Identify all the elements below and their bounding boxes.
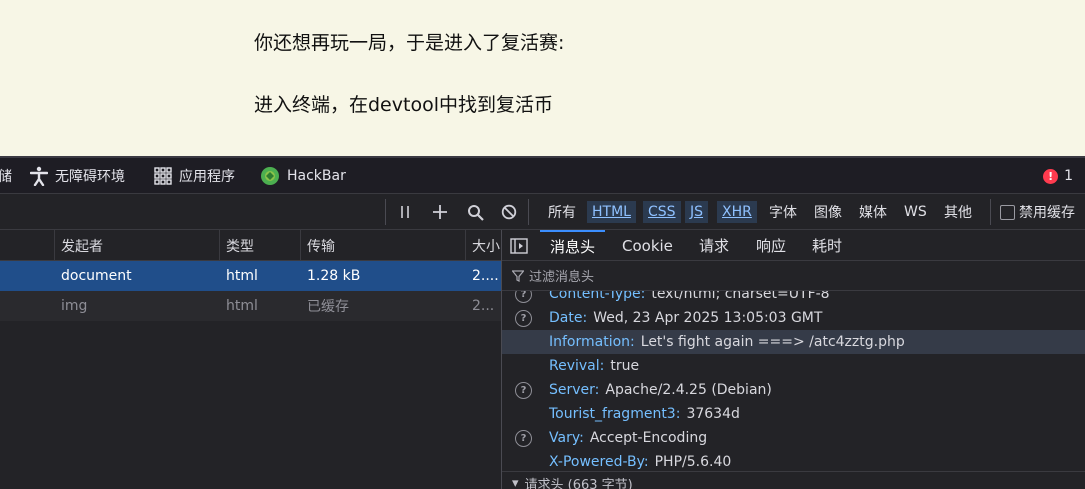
tab-storage-label: 储 [0,169,12,185]
request-headers-section[interactable]: ▾ 请求头 (663 字节) [502,471,1085,489]
header-row[interactable]: X-Powered-By: PHP/5.6.40 [502,450,1085,471]
filter-ws[interactable]: WS [899,201,932,223]
toggle-sidebar-icon[interactable] [510,230,528,261]
tab-storage[interactable]: 储 [0,158,12,194]
request-table: 发起者 类型 传输 大小 document html 1.28 kB 2....… [0,230,501,489]
header-row[interactable]: Information: Let's fight again ===> /atc4… [502,330,1085,354]
checkbox-box[interactable] [1000,204,1015,220]
cell-size: 2... [472,298,495,314]
header-key: X-Powered-By: [549,454,649,470]
cell-size: 2.... [472,268,499,284]
tab-response[interactable]: 响应 [756,230,786,261]
header-key: Tourist_fragment3: [549,406,681,422]
header-key: Information: [549,334,635,350]
error-counter[interactable]: ! 1 [1043,158,1073,194]
help-icon[interactable]: ? [515,309,532,327]
header-row[interactable]: ? Date: Wed, 23 Apr 2025 13:05:03 GMT [502,306,1085,330]
toolbar-divider [385,199,386,225]
request-details-panel: 消息头 Cookie 请求 响应 耗时 过滤消息头 ? Content-Type… [502,230,1085,489]
devtools-tab-bar: 储 无障碍环境 应用程序 HackBar ! 1 [0,156,1085,194]
tab-hackbar-label: HackBar [287,168,346,184]
page-text-line1: 你还想再玩一局，于是进入了复活赛: [254,32,565,54]
tab-applications-label: 应用程序 [179,169,235,185]
header-row[interactable]: ? Content-Type: text/html; charset=UTF-8 [502,291,1085,306]
header-key: Server: [549,382,600,398]
pause-icon[interactable] [394,201,416,223]
filter-icon [512,269,524,282]
block-icon[interactable] [498,201,520,223]
column-transfer[interactable]: 传输 [307,230,335,261]
search-icon[interactable] [464,201,486,223]
devtools-panel: 储 无障碍环境 应用程序 HackBar ! 1 所有 HTML CSS JS … [0,156,1085,489]
header-value: 37634d [686,406,740,422]
tab-headers[interactable]: 消息头 [540,230,606,261]
header-key: Vary: [549,430,584,446]
toolbar-divider [528,199,529,225]
help-icon[interactable]: ? [515,429,532,447]
cell-type: html [226,268,258,284]
header-row[interactable]: ? Vary: Accept-Encoding [502,426,1085,450]
tab-request[interactable]: 请求 [699,230,729,261]
header-value: true [610,358,640,374]
tab-accessibility[interactable]: 无障碍环境 [30,158,125,194]
header-value: PHP/5.6.40 [654,454,732,470]
help-icon[interactable]: ? [515,291,532,303]
filter-headers-placeholder: 过滤消息头 [529,270,595,285]
hackbar-icon [261,167,279,185]
cell-type: html [226,298,258,314]
cell-transfer: 1.28 kB [307,268,361,284]
header-value: Wed, 23 Apr 2025 13:05:03 GMT [593,310,823,326]
request-headers-label: 请求头 (663 字节) [524,478,633,489]
tab-timings[interactable]: 耗时 [812,230,842,261]
toolbar-divider [990,199,991,225]
table-row[interactable]: img html 已缓存 2... [0,291,501,321]
help-icon[interactable]: ? [515,381,532,399]
column-initiator[interactable]: 发起者 [61,230,103,261]
disable-cache-checkbox[interactable]: 禁用缓存 [1000,194,1075,230]
tab-applications[interactable]: 应用程序 [154,158,235,194]
response-headers-list: ? Content-Type: text/html; charset=UTF-8 … [502,291,1085,471]
header-value: Apache/2.4.25 (Debian) [605,382,772,398]
filter-css[interactable]: CSS [643,201,681,223]
grid-icon [154,167,172,185]
page-content: 你还想再玩一局，于是进入了复活赛: 进入终端，在devtool中找到复活币 [0,0,1085,156]
network-toolbar: 所有 HTML CSS JS XHR 字体 图像 媒体 WS 其他 禁用缓存 [0,194,1085,230]
disable-cache-label: 禁用缓存 [1019,205,1075,221]
column-size[interactable]: 大小 [472,230,500,261]
filter-html[interactable]: HTML [587,201,636,223]
collapse-triangle-icon: ▾ [512,476,519,489]
header-row[interactable]: ? Server: Apache/2.4.25 (Debian) [502,378,1085,402]
error-count: 1 [1064,168,1073,184]
filter-xhr[interactable]: XHR [717,201,757,223]
header-value: Let's fight again ===> /atc4zztg.php [640,334,905,350]
column-type[interactable]: 类型 [226,230,254,261]
cell-transfer: 已缓存 [307,299,349,315]
header-row[interactable]: Revival: true [502,354,1085,378]
details-tabs: 消息头 Cookie 请求 响应 耗时 [502,230,1085,261]
table-row[interactable]: document html 1.28 kB 2.... [0,261,501,291]
header-row[interactable]: Tourist_fragment3: 37634d [502,402,1085,426]
accessibility-icon [30,166,48,186]
error-icon: ! [1043,168,1059,184]
header-value: text/html; charset=UTF-8 [651,291,830,302]
header-key: Content-Type: [549,291,646,302]
add-icon[interactable] [429,201,451,223]
filter-media[interactable]: 媒体 [854,201,892,223]
tab-hackbar[interactable]: HackBar [260,158,346,194]
filter-images[interactable]: 图像 [809,201,847,223]
page-text-line2: 进入终端，在devtool中找到复活币 [254,94,553,116]
header-key: Date: [549,310,588,326]
filter-all[interactable]: 所有 [543,201,581,223]
table-header: 发起者 类型 传输 大小 [0,230,501,261]
filter-headers-input[interactable]: 过滤消息头 [502,261,1085,291]
header-value: Accept-Encoding [589,430,708,446]
header-key: Revival: [549,358,605,374]
tab-accessibility-label: 无障碍环境 [55,169,125,185]
tab-cookie[interactable]: Cookie [622,230,673,261]
filter-other[interactable]: 其他 [939,201,977,223]
filter-js[interactable]: JS [685,201,709,223]
cell-initiator: document [61,268,132,284]
filter-fonts[interactable]: 字体 [764,201,802,223]
cell-initiator: img [61,298,88,314]
